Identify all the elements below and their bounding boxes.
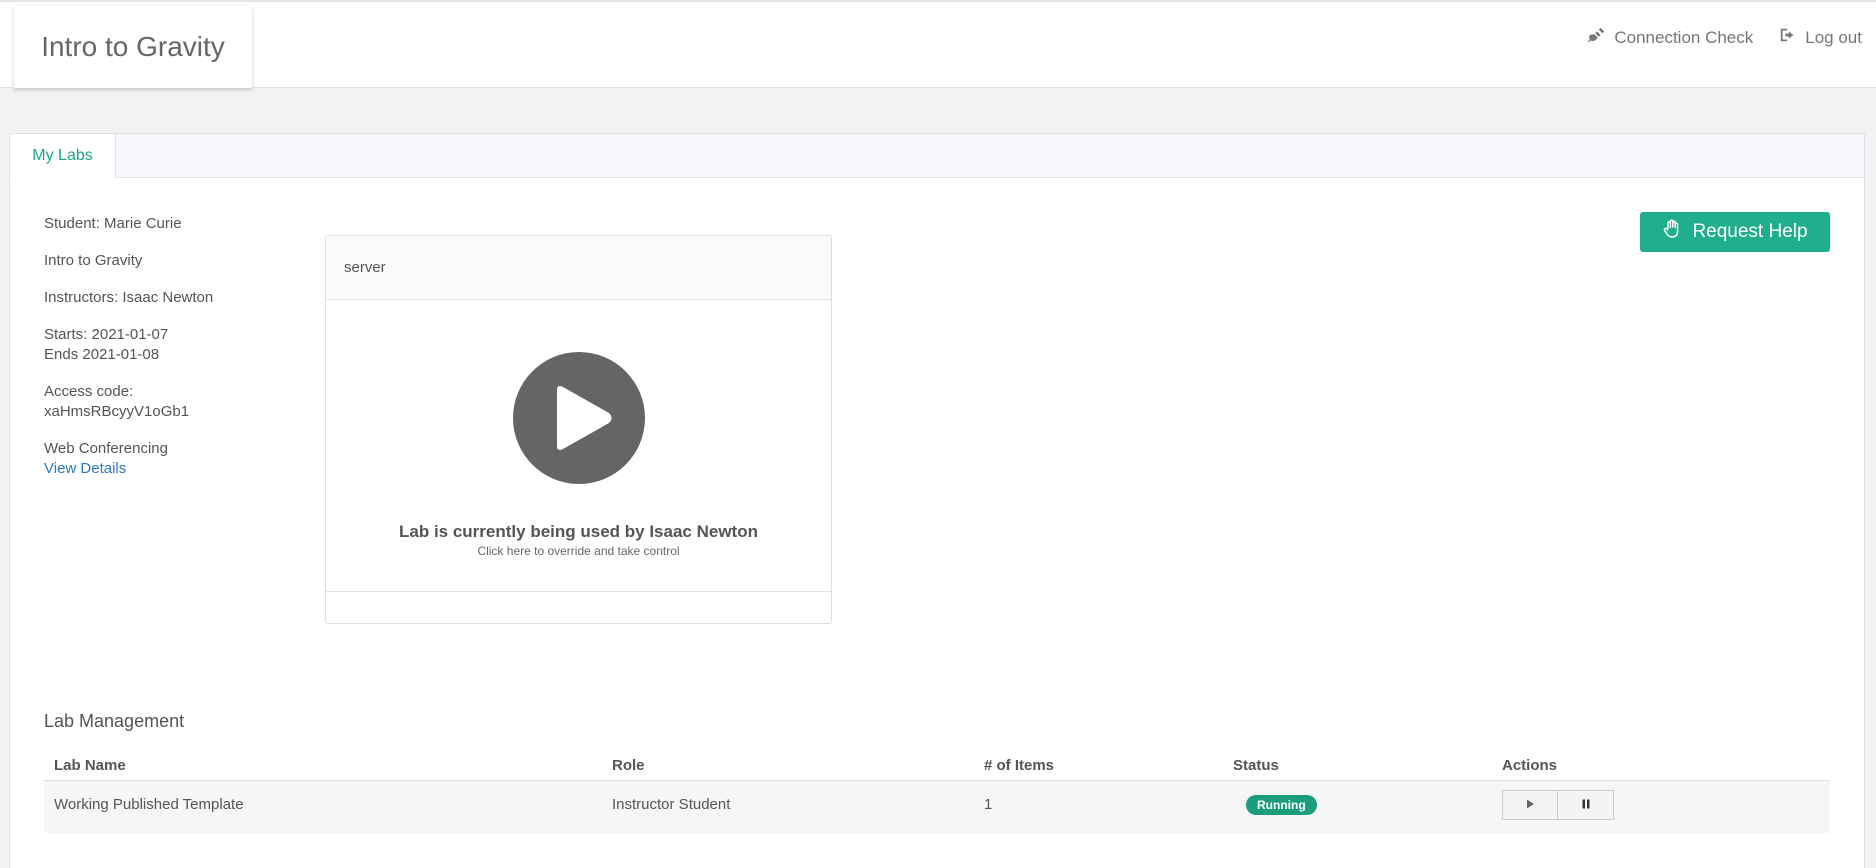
hand-icon (1662, 219, 1682, 245)
end-date: Ends 2021-01-08 (44, 346, 160, 363)
override-hint: Click here to override and take control (477, 544, 680, 558)
column-header-items: # of Items (984, 757, 1055, 774)
web-conferencing-block: Web Conferencing View Details (44, 439, 284, 479)
lab-info: Student: Marie Curie Intro to Gravity In… (44, 214, 284, 496)
column-header-role: Role (612, 757, 645, 774)
web-conferencing-label: Web Conferencing (44, 440, 168, 457)
course-name: Intro to Gravity (44, 252, 143, 269)
items-cell: 1 (984, 796, 993, 813)
server-card-header: server (326, 236, 831, 300)
student-name: Student: Marie Curie (44, 215, 182, 232)
row-actions (1502, 790, 1614, 820)
tab-strip: My Labs (9, 133, 1864, 178)
column-header-status: Status (1233, 757, 1279, 774)
server-name: server (344, 259, 386, 276)
column-header-actions: Actions (1502, 757, 1558, 774)
tab-my-labs[interactable]: My Labs (9, 133, 116, 178)
view-details-link[interactable]: View Details (44, 460, 126, 477)
plug-icon (1588, 26, 1606, 49)
access-code-label: Access code: (44, 383, 134, 400)
main-panel: My Labs Student: Marie Curie Intro to Gr… (9, 133, 1865, 868)
server-card: server Lab is currently being used by Is… (325, 235, 832, 624)
lab-name-cell: Working Published Template (54, 796, 244, 813)
instructors: Instructors: Isaac Newton (44, 289, 214, 306)
lab-in-use-message: Lab is currently being used by Isaac New… (399, 522, 758, 541)
logout-label: Log out (1805, 27, 1862, 47)
access-code-value: xaHmsRBcyyV1oGb1 (44, 403, 190, 420)
page-title: Intro to Gravity (41, 31, 225, 62)
request-help-label: Request Help (1692, 221, 1808, 242)
sign-out-icon (1779, 26, 1797, 49)
lab-management-table: Lab Name Role # of Items Status Actions … (44, 751, 1830, 833)
logout-link[interactable]: Log out (1779, 26, 1862, 49)
course-title-box: Intro to Gravity (14, 6, 252, 88)
status-badge: Running (1246, 795, 1317, 815)
request-help-button[interactable]: Request Help (1640, 212, 1830, 252)
access-code-block: Access code: xaHmsRBcyyV1oGb1 (44, 382, 284, 422)
top-bar: Intro to Gravity Connection Check Log ou… (0, 0, 1876, 88)
column-header-lab-name: Lab Name (54, 757, 126, 774)
play-icon[interactable] (513, 352, 645, 484)
role-cell: Instructor Student (612, 796, 731, 813)
table-row: Working Published Template Instructor St… (44, 781, 1830, 833)
pause-lab-button[interactable] (1558, 790, 1614, 820)
start-lab-button[interactable] (1502, 790, 1558, 820)
connection-check-label: Connection Check (1614, 27, 1754, 47)
connection-check-link[interactable]: Connection Check (1588, 26, 1753, 49)
play-icon (1524, 797, 1536, 814)
top-links: Connection Check Log out (1588, 26, 1862, 49)
lab-management-title: Lab Management (44, 711, 185, 731)
start-date: Starts: 2021-01-07 (44, 326, 169, 343)
pause-icon (1580, 797, 1592, 814)
table-header: Lab Name Role # of Items Status Actions (44, 751, 1830, 781)
take-control-area[interactable]: Lab is currently being used by Isaac New… (326, 300, 831, 592)
dates: Starts: 2021-01-07 Ends 2021-01-08 (44, 325, 284, 365)
